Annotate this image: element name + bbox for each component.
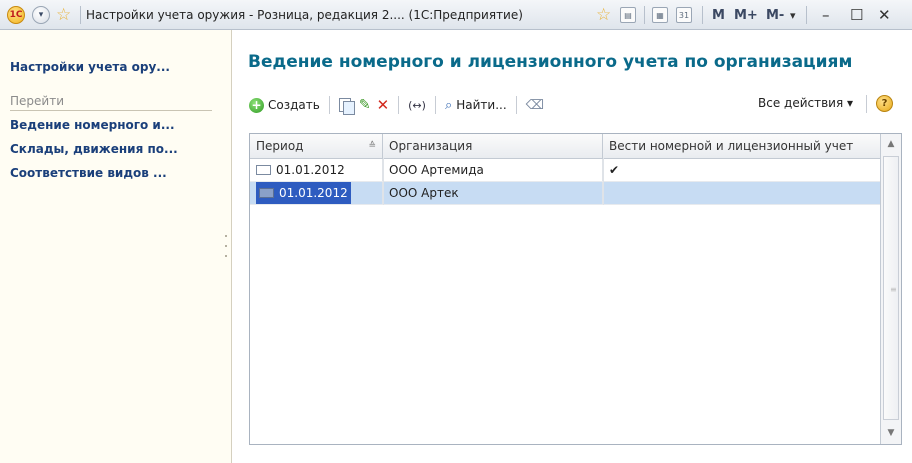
cancel-search-button[interactable]: ⌫ (526, 98, 544, 113)
toolbar-separator (806, 6, 807, 24)
maximize-icon[interactable]: ☐ (850, 6, 863, 24)
toolbar-separator (328, 96, 330, 114)
edit-button[interactable]: ✎ (359, 97, 371, 113)
minimize-icon[interactable]: – (822, 6, 830, 24)
vertical-scrollbar[interactable]: ▲ ≡ ▼ (880, 134, 901, 444)
find-button[interactable]: ⌕ Найти... (445, 98, 507, 113)
grip-icon: ≡ (890, 285, 897, 294)
table-header: Период ≙ Организация Вести номерной и ли… (250, 134, 880, 159)
favorite-star-icon[interactable]: ☆ (56, 5, 71, 25)
checkmark-icon: ✔ (609, 163, 620, 177)
find-label: Найти... (456, 98, 507, 112)
toolbar-separator (702, 6, 703, 24)
period-cell: 01.01.2012 (250, 182, 383, 204)
nav-item-warehouses[interactable]: Склады, движения по... (10, 142, 178, 156)
toolbar-separator (515, 96, 517, 114)
cancel-search-icon: ⌫ (525, 97, 545, 113)
splitter-grip[interactable] (225, 235, 227, 237)
toolbar-separator (434, 96, 436, 114)
period-value: 01.01.2012 (276, 163, 345, 177)
goto-label: Перейти (10, 94, 64, 108)
row-divider (250, 204, 880, 205)
column-header-keep-accounting[interactable]: Вести номерной и лицензионный учет (603, 134, 880, 158)
navigation-panel: Настройки учета ору... Перейти Ведение н… (0, 30, 232, 463)
table-row-selected[interactable]: 01.01.2012 ООО Артек (250, 182, 880, 204)
window-title: Настройки учета оружия - Розница, редакц… (86, 8, 523, 22)
app-logo[interactable]: 1С (7, 0, 25, 30)
column-header-period[interactable]: Период ≙ (250, 134, 383, 158)
column-label: Организация (389, 139, 473, 153)
calculator-icon[interactable]: ▦ (652, 7, 668, 23)
nav-item-types-mapping[interactable]: Соответствие видов ... (10, 166, 167, 180)
delete-icon: ✕ (376, 96, 390, 114)
calendar-icon[interactable]: 31 (676, 7, 692, 23)
create-button[interactable]: + Создать (249, 97, 320, 113)
period-cell: 01.01.2012 (250, 159, 383, 181)
history-icon[interactable]: ▤ (620, 7, 636, 23)
splitter-grip[interactable] (225, 255, 227, 257)
create-label: Создать (268, 98, 320, 112)
divider (10, 110, 212, 111)
form-toolbar: + Создать ✎ ✕ (↔) ⌕ Найти... ⌫ (249, 92, 544, 118)
record-icon (256, 165, 271, 175)
toolbar-separator (644, 6, 645, 24)
close-icon[interactable]: ✕ (878, 6, 891, 24)
all-actions-button[interactable]: Все действия ▾ (758, 96, 853, 110)
favorite-add-icon[interactable]: ☆ (596, 5, 611, 25)
keep-accounting-cell[interactable] (603, 182, 880, 204)
keep-accounting-cell[interactable]: ✔ (603, 159, 880, 181)
panel-title[interactable]: Настройки учета ору... (10, 60, 170, 74)
column-divider (383, 158, 384, 205)
delete-button[interactable]: ✕ (377, 96, 390, 114)
plus-icon: + (249, 97, 264, 113)
title-separator (80, 6, 81, 24)
table-row[interactable]: 01.01.2012 ООО Артемида ✔ (250, 159, 880, 181)
column-header-organization[interactable]: Организация (383, 134, 603, 158)
scrollbar-thumb[interactable]: ≡ (883, 156, 899, 420)
search-icon: ⌕ (444, 97, 453, 113)
splitter-grip[interactable] (225, 245, 227, 247)
toolbar-separator (866, 95, 867, 113)
sort-icon: ≙ (368, 141, 376, 151)
pencil-icon: ✎ (358, 97, 371, 113)
copy-button[interactable] (338, 97, 355, 115)
column-divider (603, 158, 604, 205)
chevron-down-icon[interactable]: ▾ (790, 9, 796, 22)
page-title: Ведение номерного и лицензионного учета … (248, 52, 853, 72)
move-arrows-icon: (↔) (408, 98, 426, 112)
memory-mminus-button[interactable]: M- (766, 8, 784, 23)
nav-item-numbered-accounting[interactable]: Ведение номерного и... (10, 118, 175, 132)
main-menu-button[interactable]: ▾ (32, 6, 50, 24)
period-value: 01.01.2012 (279, 186, 348, 200)
column-label: Период (256, 139, 304, 153)
memory-mplus-button[interactable]: M+ (734, 8, 758, 23)
memory-m-button[interactable]: M (712, 8, 725, 23)
title-bar: 1С ▾ ☆ Настройки учета оружия - Розница,… (0, 0, 912, 30)
scroll-up-icon[interactable]: ▲ (881, 134, 901, 154)
help-icon[interactable]: ? (876, 95, 893, 112)
1c-logo-icon[interactable]: 1С (7, 6, 25, 24)
move-button[interactable]: (↔) (408, 99, 426, 112)
column-label: Вести номерной и лицензионный учет (609, 139, 854, 153)
scroll-down-icon[interactable]: ▼ (881, 423, 901, 443)
organization-cell: ООО Артек (383, 182, 603, 204)
organization-cell: ООО Артемида (383, 159, 603, 181)
copy-icon (338, 97, 355, 115)
settings-table[interactable]: Период ≙ Организация Вести номерной и ли… (249, 133, 902, 445)
record-icon (259, 188, 274, 198)
toolbar-separator (398, 96, 400, 114)
